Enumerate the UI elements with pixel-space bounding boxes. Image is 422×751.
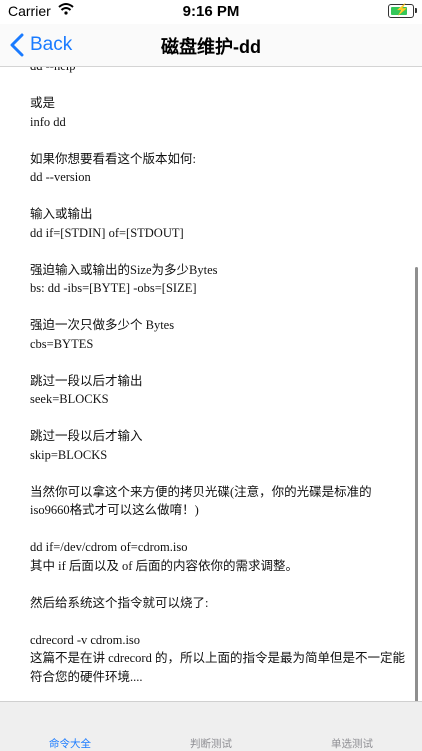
text-line: 其中 if 后面以及 of 后面的内容依你的需求调整。 <box>30 558 299 573</box>
tab-true-false-test[interactable]: 判断测试 <box>141 736 281 751</box>
text-line: skip=BLOCKS <box>30 447 108 462</box>
text-line <box>30 131 400 150</box>
article-text: dd --help 或是 info dd 如果你想要看看这个版本如何: dd --ver… <box>30 67 405 686</box>
text-line <box>30 409 400 428</box>
text-line: 当然你可以拿这个来方便的拷贝光碟(注意，你的光碟是标准的 <box>30 484 372 499</box>
text-line: cdrecord -v cdrom.iso <box>30 632 141 647</box>
text-line: 强迫输入或输出的Size为多少Bytes <box>30 262 218 277</box>
text-line: 跳过一段以后才输入 <box>30 429 143 443</box>
text-line: dd --version <box>30 170 91 184</box>
text-line: 然后给系统这个指令就可以烧了: <box>30 595 209 610</box>
text-line <box>30 298 400 317</box>
text-line: bs: dd -ibs=[BYTE] -obs=[SIZE] <box>30 281 197 295</box>
text-line <box>30 187 400 206</box>
text-line <box>30 353 400 372</box>
text-line: 跳过一段以后才输出 <box>30 373 143 388</box>
text-line <box>30 612 400 631</box>
tab-single-choice-test[interactable]: 单选测试 <box>282 736 422 751</box>
battery-charging-icon: ⚡ <box>388 4 417 18</box>
page-title: 磁盘维护-dd <box>161 37 261 57</box>
status-time: 9:16 PM <box>182 3 240 20</box>
text-line: seek=BLOCKS <box>30 392 109 406</box>
scrollbar[interactable] <box>415 267 418 701</box>
text-line: iso9660格式才可以这么做唷！) <box>30 503 199 517</box>
text-line <box>30 76 400 95</box>
text-line <box>30 242 400 261</box>
status-bar: Carrier 9:16 PM ⚡ <box>0 0 422 24</box>
tab-bar: 命令大全 判断测试 单选测试 <box>0 701 422 751</box>
text-line: 输入或输出 <box>30 207 93 221</box>
tab-commands[interactable]: 命令大全 <box>0 736 140 751</box>
text-line: 符合您的硬件环境.... <box>30 669 143 684</box>
text-line: cbs=BYTES <box>30 336 94 351</box>
text-line: dd if=[STDIN] of=[STDOUT] <box>30 225 184 240</box>
text-line: 如果你想要看看这个版本如何: <box>30 151 196 166</box>
text-line: dd --help <box>30 67 400 76</box>
navigation-bar: Back 磁盘维护-dd <box>0 24 422 67</box>
text-line <box>30 464 400 483</box>
content-text-view[interactable]: dd --help 或是 info dd 如果你想要看看这个版本如何: dd --ver… <box>0 67 422 701</box>
text-line <box>30 520 400 539</box>
text-line: dd if=/dev/cdrom of=cdrom.iso <box>30 540 188 554</box>
text-line: 或是 <box>30 96 56 110</box>
text-line: info dd <box>30 114 66 129</box>
text-line: 这篇不是在讲 cdrecord 的，所以上面的指令是最为简单但是不一定能 <box>30 651 405 665</box>
text-line: 强迫一次只做多少个 Bytes <box>30 318 175 332</box>
text-line <box>30 575 400 594</box>
